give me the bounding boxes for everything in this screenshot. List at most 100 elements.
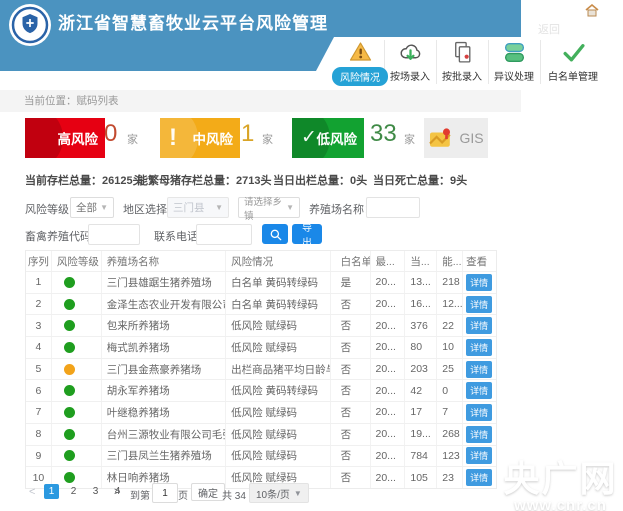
latest-cell: 20... — [371, 467, 406, 488]
detail-button[interactable]: 详情 — [466, 296, 492, 313]
view-cell: 详情 — [463, 424, 496, 445]
current-stock-cell: 19... — [405, 424, 437, 445]
table-row: 8台州三源牧业有限公司毛张...低风险 赋绿码否20...19...268详情 — [26, 423, 496, 445]
prev-page-button[interactable]: < — [29, 486, 35, 498]
check-glyph: ✓ — [301, 121, 317, 155]
row-seq: 3 — [26, 315, 52, 336]
nav-item-whitelist-management[interactable]: 白名单管理 — [542, 40, 604, 86]
export-button[interactable]: 导出 — [292, 224, 322, 244]
row-seq: 6 — [26, 380, 52, 401]
table-row: 1三门县雄踞生猪养殖场白名单 黄码转绿码是20...13...218详情 — [26, 271, 496, 293]
risk-level-cell — [52, 380, 102, 401]
low-risk-card[interactable]: ✓ 低风险 — [292, 118, 364, 158]
farm-code-input[interactable] — [88, 224, 140, 245]
back-link[interactable]: 返回 — [538, 21, 560, 37]
latest-cell: 20... — [371, 272, 406, 293]
chevron-down-icon: ▼ — [100, 203, 108, 212]
detail-button[interactable]: 详情 — [466, 404, 492, 421]
farm-name-input[interactable] — [366, 197, 420, 218]
page-button-1[interactable]: 1 — [44, 484, 59, 499]
view-cell: 详情 — [463, 315, 496, 336]
current-stock-cell: 13... — [405, 272, 437, 293]
table-header-row: 序列 风险等级 养殖场名称 风险情况 白名单 最... 当... 能... 查看 — [26, 251, 496, 271]
mid-risk-card[interactable]: ! 中风险 — [160, 118, 240, 158]
sow-stock-cell: 0 — [437, 380, 463, 401]
farm-name-cell: 台州三源牧业有限公司毛张... — [102, 424, 226, 445]
phone-input[interactable] — [196, 224, 252, 245]
county-select[interactable]: 三门县▼ — [167, 197, 229, 218]
search-button[interactable] — [262, 224, 288, 244]
detail-button[interactable]: 详情 — [466, 274, 492, 291]
risk-level-cell — [52, 359, 102, 380]
whitelist-cell: 否 — [331, 446, 371, 467]
detail-button[interactable]: 详情 — [466, 426, 492, 443]
low-risk-count: 33 — [370, 120, 397, 148]
risk-level-cell — [52, 446, 102, 467]
confirm-button[interactable]: 确定 — [191, 483, 225, 501]
detail-button[interactable]: 详情 — [466, 447, 492, 464]
goto-page-input[interactable] — [152, 483, 178, 503]
sow-stock-cell: 23 — [437, 467, 463, 488]
risk-level-select[interactable]: 全部▼ — [70, 197, 114, 218]
platform-logo-icon — [8, 3, 52, 47]
home-icon[interactable] — [585, 4, 599, 17]
detail-button[interactable]: 详情 — [466, 361, 492, 378]
detail-button[interactable]: 详情 — [466, 339, 492, 356]
page-button-2[interactable]: 2 — [66, 484, 81, 499]
chevron-down-icon: ▼ — [215, 203, 223, 212]
mid-risk-label: 中风险 — [193, 128, 234, 148]
whitelist-cell: 是 — [331, 272, 371, 293]
watermark-url: www.cnr.cn — [498, 497, 623, 511]
nav-item-label: 按场录入 — [390, 68, 430, 83]
farm-name-cell: 胡永军养猪场 — [102, 380, 226, 401]
nav-item-farm-entry[interactable]: 按场录入 — [386, 40, 434, 86]
stat-current-stock: 当前存栏总量：26125头 — [25, 172, 144, 188]
farm-name-cell: 包来所养猪场 — [102, 315, 226, 336]
mid-risk-count: 1 — [241, 120, 254, 148]
page-button-3[interactable]: 3 — [88, 484, 103, 499]
table-row: 5三门县金燕豪养猪场出栏商品猪平均日龄与前90...否20...20325详情 — [26, 358, 496, 380]
detail-button[interactable]: 详情 — [466, 317, 492, 334]
town-select[interactable]: 请选择乡镇▼ — [238, 197, 300, 218]
chevron-down-icon: ▼ — [294, 489, 302, 498]
view-cell: 详情 — [463, 272, 496, 293]
high-risk-card[interactable]: 高风险 — [25, 118, 105, 158]
next-page-button[interactable]: > — [114, 486, 120, 498]
whitelist-cell: 否 — [331, 315, 371, 336]
whitelist-cell: 否 — [331, 402, 371, 423]
view-cell: 详情 — [463, 467, 496, 488]
farm-name-cell: 三门县凤兰生猪养殖场 — [102, 446, 226, 467]
whitelist-cell: 否 — [331, 380, 371, 401]
row-seq: 5 — [26, 359, 52, 380]
sow-stock-cell: 218 — [437, 272, 463, 293]
risk-dot-icon — [64, 342, 75, 353]
sow-stock-cell: 22 — [437, 315, 463, 336]
nav-item-dispute-handling[interactable]: 异议处理 — [490, 40, 538, 86]
current-stock-cell: 376 — [405, 315, 437, 336]
nav-item-batch-entry[interactable]: 按批录入 — [438, 40, 486, 86]
whitelist-cell: 否 — [331, 467, 371, 488]
risk-dot-icon — [64, 407, 75, 418]
latest-cell: 20... — [371, 380, 406, 401]
table-row: 2金泽生态农业开发有限公司白名单 黄码转绿码否20...16...12...详情 — [26, 293, 496, 315]
gis-button[interactable]: GIS — [424, 118, 488, 158]
nav-item-label: 风险情况 — [332, 67, 388, 86]
detail-button[interactable]: 详情 — [466, 469, 492, 486]
latest-cell: 20... — [371, 359, 406, 380]
risk-situation-cell: 出栏商品猪平均日龄与前90... — [226, 359, 331, 380]
page-word-label: 页 — [178, 487, 188, 502]
detail-button[interactable]: 详情 — [466, 382, 492, 399]
watermark-name: 央广网 — [498, 450, 623, 502]
nav-item-risk-status[interactable]: 风险情况 — [336, 40, 384, 86]
documents-icon — [450, 40, 475, 65]
risk-situation-cell: 低风险 黄码转绿码 — [226, 380, 331, 401]
whitelist-cell: 否 — [331, 337, 371, 358]
gis-label: GIS — [459, 130, 483, 146]
whitelist-cell: 否 — [331, 359, 371, 380]
high-risk-label: 高风险 — [58, 128, 99, 148]
watermark: 央广网 www.cnr.cn — [498, 450, 623, 511]
row-seq: 1 — [26, 272, 52, 293]
page-size-select[interactable]: 10条/页▼ — [249, 483, 309, 503]
risk-dot-icon — [64, 277, 75, 288]
farm-name-cell: 叶继稳养猪场 — [102, 402, 226, 423]
